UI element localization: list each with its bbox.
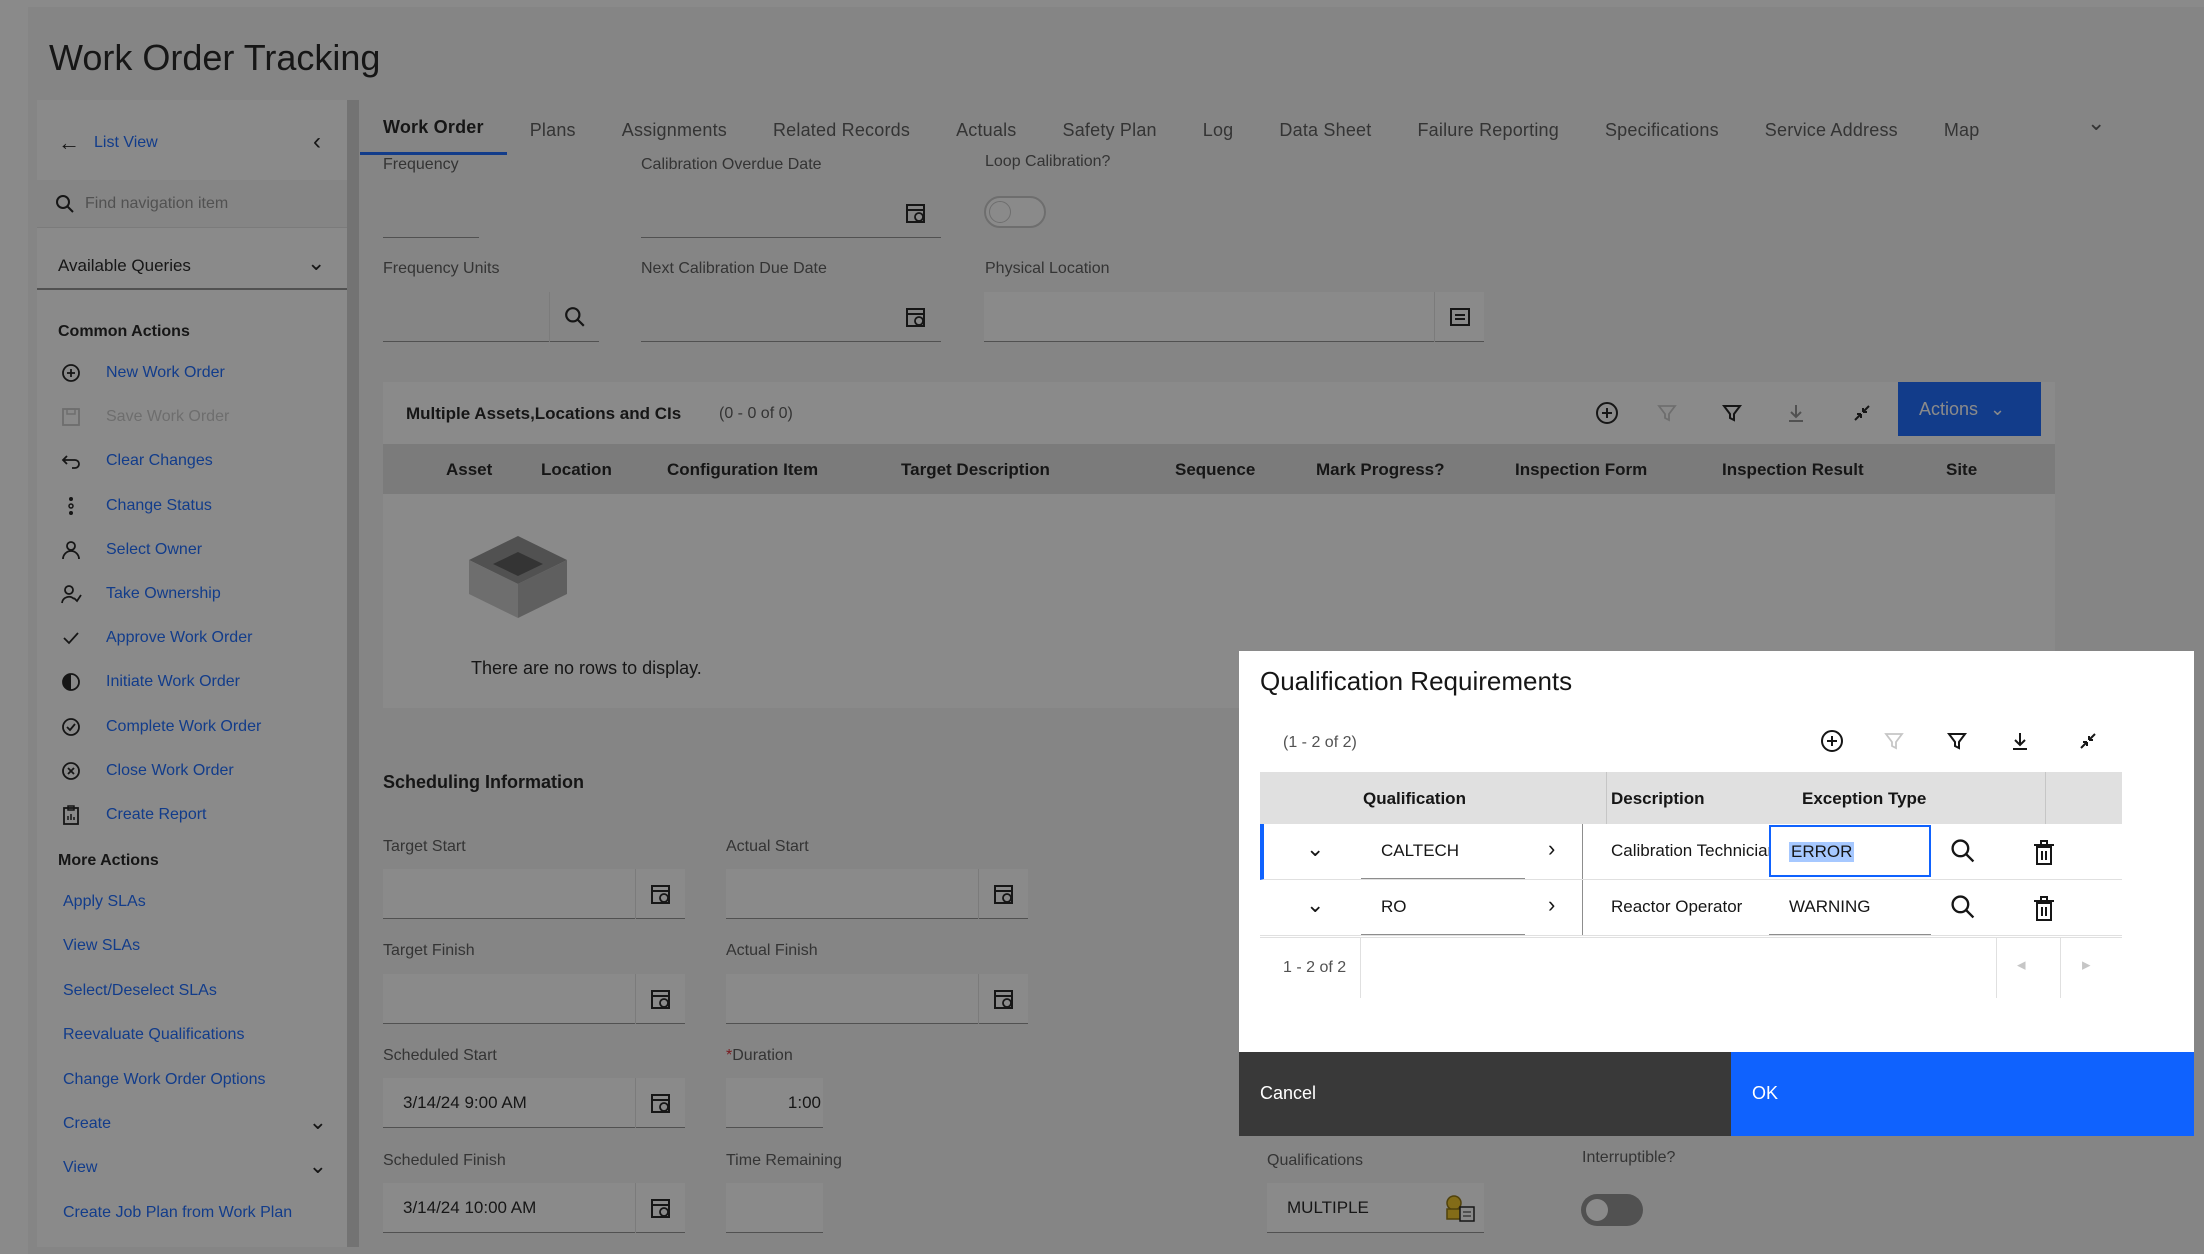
dialog-button-bar: Cancel OK (1239, 1052, 2194, 1136)
search-icon[interactable] (1950, 838, 1976, 864)
exception-type-value: ERROR (1789, 842, 1855, 862)
col-qualification[interactable]: Qualification (1363, 789, 1466, 809)
ok-button[interactable]: OK (1731, 1052, 2194, 1136)
pagination-label: 1 - 2 of 2 (1283, 959, 1347, 976)
exception-type-input[interactable]: ERROR (1769, 825, 1931, 877)
qualification-value: RO (1381, 897, 1407, 916)
qualification-input[interactable]: RO (1361, 880, 1525, 935)
trash-icon[interactable] (2032, 896, 2056, 922)
description-value: Calibration Technician (1611, 841, 1778, 860)
qualification-table-header: Qualification Description Exception Type (1260, 772, 2122, 824)
chevron-right-icon[interactable]: › (1548, 892, 1555, 918)
filter-icon[interactable] (1946, 730, 1968, 752)
cancel-button[interactable]: Cancel (1239, 1052, 1731, 1136)
cancel-label: Cancel (1260, 1083, 1317, 1103)
search-icon[interactable] (1950, 894, 1976, 920)
col-exception-type[interactable]: Exception Type (1802, 789, 1926, 809)
chevron-down-icon[interactable]: ⌄ (1306, 892, 1324, 918)
add-row-icon[interactable] (1819, 728, 1845, 754)
exception-type-input[interactable]: WARNING (1769, 880, 1931, 935)
pagination-bar: 1 - 2 of 2 ◂ ▸ (1260, 937, 2122, 998)
chevron-down-icon[interactable]: ⌄ (1306, 836, 1324, 862)
table-row[interactable]: ⌄ CALTECH › Calibration Technician ERROR (1260, 824, 2122, 880)
dialog-title: Qualification Requirements (1260, 666, 1573, 696)
trash-icon[interactable] (2032, 840, 2056, 866)
minimize-icon[interactable] (2077, 730, 2099, 752)
col-description[interactable]: Description (1611, 789, 1705, 809)
next-page-icon[interactable]: ▸ (2082, 955, 2091, 975)
table-row[interactable]: ⌄ RO › Reactor Operator WARNING (1260, 880, 2122, 936)
exception-type-value: WARNING (1789, 897, 1871, 916)
ok-label: OK (1752, 1083, 1779, 1103)
clear-filter-icon[interactable] (1883, 730, 1905, 752)
qualification-requirements-dialog: Qualification Requirements (1 - 2 of 2) … (1239, 651, 2194, 1136)
download-icon[interactable] (2009, 730, 2031, 752)
previous-page-icon[interactable]: ◂ (2017, 955, 2026, 975)
qualification-input[interactable]: CALTECH (1361, 824, 1525, 879)
chevron-right-icon[interactable]: › (1548, 836, 1555, 862)
dialog-row-count: (1 - 2 of 2) (1283, 734, 1357, 751)
description-value: Reactor Operator (1611, 897, 1743, 916)
qualification-value: CALTECH (1381, 841, 1460, 860)
